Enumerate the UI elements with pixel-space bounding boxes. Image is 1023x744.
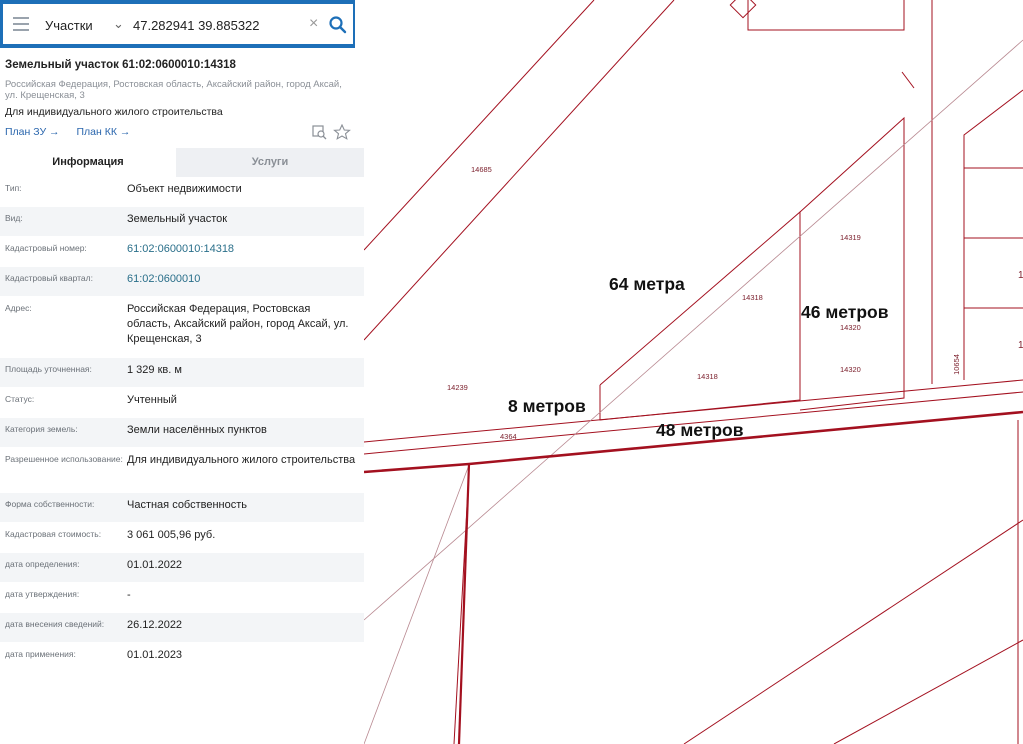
chevron-down-icon[interactable]: ⌄ bbox=[113, 16, 124, 32]
row-value: Учтенный bbox=[127, 394, 177, 406]
plot-number: 14318 bbox=[742, 293, 763, 302]
plot-purpose: Для индивидуального жилого строительства bbox=[5, 106, 223, 118]
parcel-boundary bbox=[747, 0, 905, 31]
row-label: Разрешенное использование: bbox=[5, 454, 123, 464]
street-line bbox=[364, 39, 1023, 621]
page-title: Земельный участок 61:02:0600010:14318 bbox=[5, 59, 236, 71]
row-value: 26.12.2022 bbox=[127, 619, 183, 631]
plot-number: 1 bbox=[1018, 270, 1023, 281]
row-label: Категория земель: bbox=[5, 424, 78, 434]
row-value: 3 061 005,96 руб. bbox=[127, 529, 216, 541]
table-row: Кадастровая стоимость: 3 061 005,96 руб. bbox=[0, 523, 364, 553]
row-value: Для индивидуального жилого строительства bbox=[127, 454, 356, 466]
row-label: Площадь уточненная: bbox=[5, 364, 92, 374]
plan-zu-link[interactable]: План ЗУ → bbox=[5, 126, 60, 138]
tabs: Информация Услуги bbox=[0, 148, 364, 177]
row-value: Российская Федерация, Ростовская область… bbox=[127, 303, 349, 345]
zoom-to-icon[interactable] bbox=[312, 125, 327, 140]
panel-tools bbox=[312, 124, 351, 140]
row-label: Вид: bbox=[5, 213, 23, 223]
layer-select[interactable]: Участки bbox=[45, 18, 93, 33]
measurement-label: 48 метров bbox=[656, 420, 744, 440]
map-tick bbox=[901, 71, 915, 89]
info-panel: Земельный участок 61:02:0600010:14318 Ро… bbox=[0, 48, 364, 744]
row-label: Кадастровая стоимость: bbox=[5, 529, 102, 539]
table-row: дата применения: 01.01.2023 bbox=[0, 643, 364, 673]
row-label: Кадастровый квартал: bbox=[5, 273, 93, 283]
plot-number: 14320 bbox=[840, 365, 861, 374]
search-bar: Участки ⌄ 47.282941 39.885322 × bbox=[0, 0, 355, 48]
cadastral-quarter-link[interactable]: 61:02:0600010 bbox=[127, 267, 208, 296]
table-row: Площадь уточненная: 1 329 кв. м bbox=[0, 358, 364, 388]
parcel-boundary bbox=[963, 89, 1023, 380]
parcel-boundary bbox=[364, 464, 470, 744]
plot-number: 14319 bbox=[840, 233, 861, 242]
plot-number: 14320 bbox=[840, 323, 861, 332]
row-label: Тип: bbox=[5, 183, 22, 193]
table-row: Разрешенное использование: Для индивидуал… bbox=[0, 448, 364, 493]
parcel-boundary bbox=[833, 639, 1023, 744]
tab-services[interactable]: Услуги bbox=[176, 148, 364, 177]
row-label: дата определения: bbox=[5, 559, 80, 569]
row-label: Кадастровый номер: bbox=[5, 243, 87, 253]
row-label: дата внесения сведений: bbox=[5, 619, 105, 629]
table-row: Тип: Объект недвижимости bbox=[0, 177, 364, 207]
plot-number: 14318 bbox=[697, 372, 718, 381]
table-row: дата утверждения: - bbox=[0, 583, 364, 613]
parcel-boundary-bold bbox=[457, 463, 471, 744]
table-row: Статус: Учтенный bbox=[0, 388, 364, 418]
measurement-label: 64 метра bbox=[609, 274, 685, 294]
row-value: Земли населённых пунктов bbox=[127, 424, 267, 436]
plot-number: 14685 bbox=[471, 165, 492, 174]
measurement-label: 8 метров bbox=[508, 396, 586, 416]
search-icon[interactable] bbox=[328, 15, 348, 35]
table-row: Кадастровый номер: 61:02:0600010:14318 bbox=[0, 237, 364, 267]
plot-number: 4364 bbox=[500, 432, 517, 441]
parcel-boundary bbox=[729, 0, 757, 19]
star-icon[interactable] bbox=[333, 124, 351, 140]
parcel-boundary bbox=[599, 210, 801, 421]
row-value: Земельный участок bbox=[127, 213, 228, 225]
plot-number: 10654 bbox=[951, 354, 961, 375]
plan-kk-link[interactable]: План КК → bbox=[76, 126, 130, 138]
map-parcels bbox=[364, 0, 1023, 744]
row-value: 01.01.2022 bbox=[127, 559, 183, 571]
measurement-label: 46 метров bbox=[801, 302, 889, 322]
row-value: 1 329 кв. м bbox=[127, 364, 182, 376]
table-row: дата внесения сведений: 26.12.2022 bbox=[0, 613, 364, 643]
parcel-boundary bbox=[683, 519, 1023, 744]
row-value: Объект недвижимости bbox=[127, 183, 242, 195]
row-label: Статус: bbox=[5, 394, 35, 404]
menu-icon[interactable] bbox=[13, 17, 29, 31]
row-value: - bbox=[127, 589, 131, 601]
plot-address: Российская Федерация, Ростовская область… bbox=[5, 79, 342, 101]
table-row: дата определения: 01.01.2022 bbox=[0, 553, 364, 583]
cadastral-number-link[interactable]: 61:02:0600010:14318 bbox=[127, 237, 242, 266]
tab-info[interactable]: Информация bbox=[0, 148, 176, 177]
plot-number: 14239 bbox=[447, 383, 468, 392]
row-label: Адрес: bbox=[5, 303, 32, 313]
row-value: Частная собственность bbox=[127, 499, 248, 511]
table-row: Адрес: Российская Федерация, Ростовская о… bbox=[0, 297, 364, 358]
info-table: Тип: Объект недвижимости Вид: Земельный уч… bbox=[0, 177, 364, 673]
row-value: 01.01.2023 bbox=[127, 649, 183, 661]
close-icon[interactable]: × bbox=[309, 15, 318, 33]
cadastral-map[interactable]: 14685 14319 14318 14320 14318 14320 1423… bbox=[364, 0, 1023, 744]
table-row: Вид: Земельный участок bbox=[0, 207, 364, 237]
search-box: Участки ⌄ 47.282941 39.885322 × bbox=[3, 4, 353, 44]
table-row: Кадастровый квартал: 61:02:0600010 bbox=[0, 267, 364, 297]
row-label: дата применения: bbox=[5, 649, 76, 659]
table-row: Форма собственности: Частная собственност… bbox=[0, 493, 364, 523]
search-input[interactable]: 47.282941 39.885322 bbox=[133, 18, 260, 33]
plot-number: 1 bbox=[1018, 340, 1023, 351]
plan-links: План ЗУ → План КК → bbox=[5, 126, 144, 138]
table-row: Категория земель: Земли населённых пункто… bbox=[0, 418, 364, 448]
row-label: дата утверждения: bbox=[5, 589, 80, 599]
row-label: Форма собственности: bbox=[5, 499, 95, 509]
